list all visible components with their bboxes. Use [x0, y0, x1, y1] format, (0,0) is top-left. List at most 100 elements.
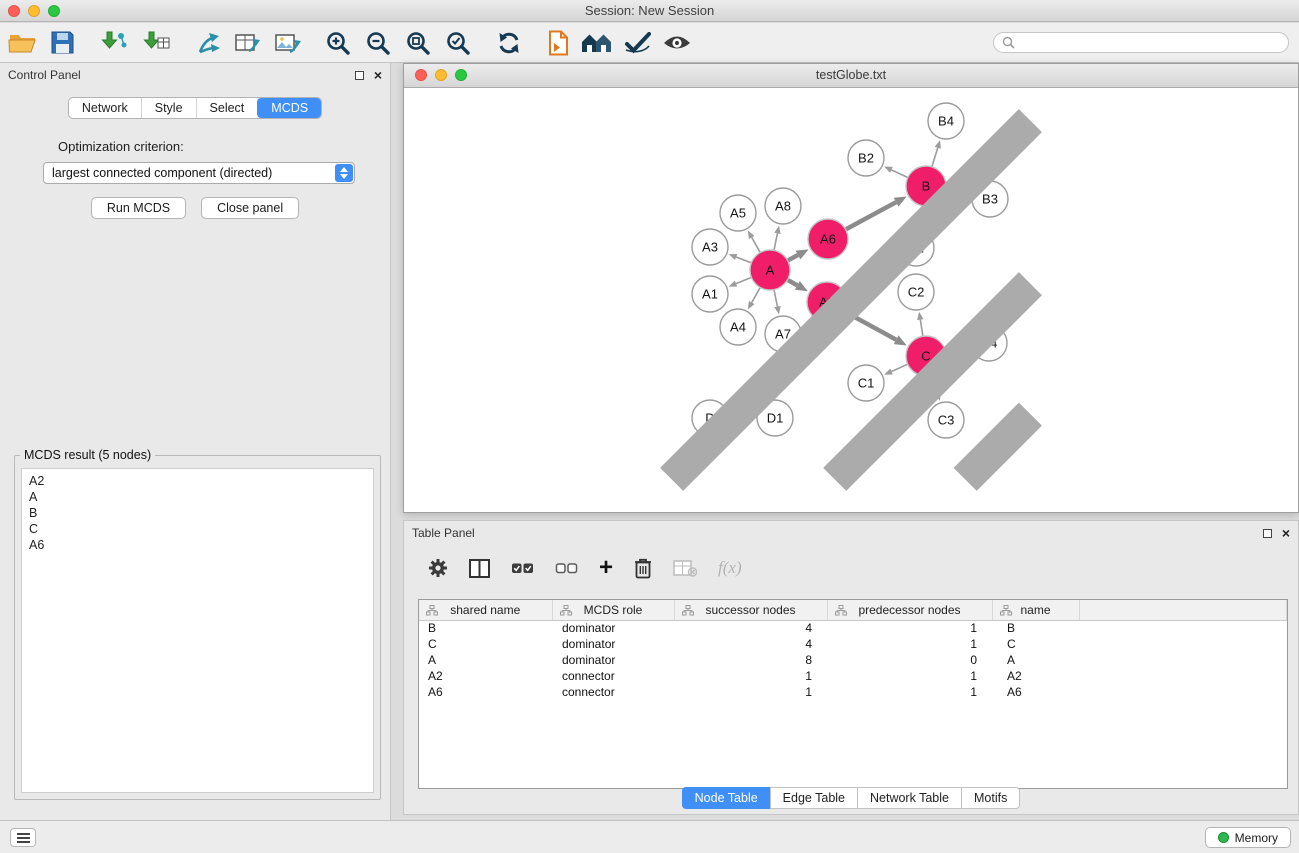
table-row[interactable]: Cdominator41C — [419, 636, 1287, 652]
float-panel-icon[interactable] — [355, 71, 364, 80]
node-table[interactable]: shared nameMCDS rolesuccessor nodesprede… — [418, 599, 1288, 789]
checkmark-swoosh-icon — [624, 32, 651, 54]
tab-network[interactable]: Network — [69, 98, 141, 118]
unselect-all-icon — [555, 561, 578, 576]
table-float-panel-icon[interactable] — [1263, 529, 1272, 538]
column-edit-icon — [1000, 605, 1012, 616]
apply-layout-button[interactable] — [497, 31, 521, 55]
tab-network-table[interactable]: Network Table — [857, 787, 962, 809]
zoom-out-button[interactable] — [365, 30, 391, 56]
column-edit-icon — [682, 605, 694, 616]
network-window: testGlobe.txt B4B2BB3A5A8A6B1A3AC2A1A2A4… — [403, 63, 1299, 513]
tab-node-table[interactable]: Node Table — [682, 787, 771, 809]
annotation-button[interactable] — [547, 30, 569, 56]
table-settings-button[interactable] — [428, 558, 448, 578]
zoom-fit-icon — [405, 30, 431, 56]
table-panel-tabs: Node TableEdge TableNetwork TableMotifs — [682, 787, 1021, 809]
import-network-file-button[interactable] — [100, 30, 127, 55]
memory-label: Memory — [1235, 831, 1278, 845]
result-item: C — [29, 521, 366, 537]
select-all-button[interactable] — [511, 561, 534, 576]
annotation-file-icon — [547, 30, 569, 56]
table-panel-title: Table Panel — [412, 526, 1263, 540]
column-header-MCDS-role[interactable]: MCDS role — [552, 600, 674, 620]
import-table-icon — [143, 30, 170, 55]
refresh-icon — [497, 31, 521, 55]
search-field[interactable] — [993, 32, 1289, 53]
table-panel-header: Table Panel × — [404, 521, 1298, 545]
list-icon — [17, 833, 30, 843]
table-toolbar: + f(x) — [404, 545, 1298, 589]
table-body: Bdominator41BCdominator41CAdominator80AA… — [419, 620, 1287, 700]
zoom-selected-button[interactable] — [445, 30, 471, 56]
memory-button[interactable]: Memory — [1205, 827, 1291, 848]
show-hide-button[interactable] — [663, 34, 691, 52]
tab-edge-table[interactable]: Edge Table — [770, 787, 858, 809]
table-row[interactable]: A2connector11A2 — [419, 668, 1287, 684]
table-row[interactable]: A6connector11A6 — [419, 684, 1287, 700]
zoom-in-icon — [325, 30, 351, 56]
network-window-title: testGlobe.txt — [404, 68, 1298, 82]
tab-motifs[interactable]: Motifs — [961, 787, 1020, 809]
run-mcds-button[interactable]: Run MCDS — [91, 197, 186, 219]
column-header-successor-nodes[interactable]: successor nodes — [674, 600, 827, 620]
zoom-out-icon — [365, 30, 391, 56]
network-canvas[interactable]: B4B2BB3A5A8A6B1A3AC2A1A2A4A7C4CC1C3DD1 — [404, 88, 1298, 512]
result-item: A6 — [29, 537, 366, 553]
network-from-table-button[interactable] — [235, 31, 261, 55]
control-panel-title: Control Panel — [8, 68, 355, 82]
table-delete-icon — [673, 559, 697, 577]
column-edit-icon — [560, 605, 572, 616]
table-row[interactable]: Bdominator41B — [419, 620, 1287, 636]
column-header-shared-name[interactable]: shared name — [419, 600, 552, 620]
unselect-all-button[interactable] — [555, 561, 578, 576]
delete-column-button[interactable] — [634, 557, 652, 579]
tab-select[interactable]: Select — [196, 98, 258, 118]
search-icon — [1002, 36, 1015, 49]
tab-mcds[interactable]: MCDS — [257, 98, 321, 118]
resize-grip-icon[interactable] — [404, 88, 1298, 512]
close-panel-icon[interactable]: × — [374, 71, 382, 80]
import-table-file-button[interactable] — [143, 30, 170, 55]
status-bar: Memory — [0, 820, 1299, 853]
trash-icon — [634, 557, 652, 579]
zoom-fit-button[interactable] — [405, 30, 431, 56]
mcds-result-title: MCDS result (5 nodes) — [20, 448, 155, 462]
home-button[interactable] — [581, 32, 612, 54]
tab-style[interactable]: Style — [141, 98, 196, 118]
clone-network-button[interactable] — [196, 31, 221, 55]
image-arrow-icon — [275, 31, 301, 55]
import-network-icon — [100, 30, 127, 55]
task-history-button[interactable] — [10, 828, 36, 847]
search-input[interactable] — [1020, 36, 1280, 50]
function-builder-button[interactable]: f(x) — [718, 558, 742, 578]
export-image-button[interactable] — [275, 31, 301, 55]
control-panel: Control Panel × NetworkStyleSelectMCDS O… — [0, 63, 391, 820]
result-item: B — [29, 505, 366, 521]
eye-icon — [663, 34, 691, 52]
delete-table-button[interactable] — [673, 559, 697, 577]
optimization-criterion-dropdown[interactable]: largest connected component (directed) — [43, 162, 355, 184]
select-all-icon — [511, 561, 534, 576]
save-session-button[interactable] — [51, 31, 74, 54]
show-columns-button[interactable] — [469, 559, 490, 578]
result-item: A — [29, 489, 366, 505]
open-session-button[interactable] — [8, 31, 37, 55]
memory-status-icon — [1218, 832, 1229, 843]
dropdown-stepper-icon[interactable] — [335, 164, 353, 182]
home-icon — [581, 32, 612, 54]
main-toolbar — [0, 23, 1299, 63]
column-edit-icon — [835, 605, 847, 616]
column-header-name[interactable]: name — [992, 600, 1079, 620]
save-icon — [51, 31, 74, 54]
network-window-titlebar[interactable]: testGlobe.txt — [404, 64, 1298, 88]
column-header-predecessor-nodes[interactable]: predecessor nodes — [827, 600, 992, 620]
apply-style-button[interactable] — [624, 32, 651, 54]
zoom-in-button[interactable] — [325, 30, 351, 56]
table-close-panel-icon[interactable]: × — [1282, 529, 1290, 538]
close-panel-button[interactable]: Close panel — [201, 197, 299, 219]
mcds-result-list[interactable]: A2ABCA6 — [21, 468, 374, 793]
columns-icon — [469, 559, 490, 578]
add-column-button[interactable]: + — [599, 559, 613, 577]
table-row[interactable]: Adominator80A — [419, 652, 1287, 668]
